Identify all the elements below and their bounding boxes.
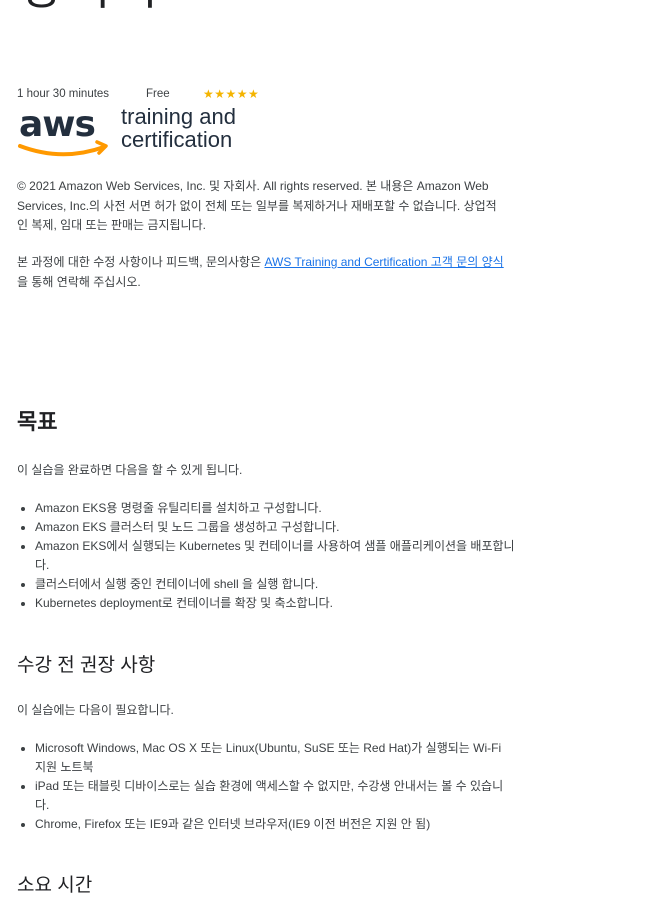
copyright-notice: © 2021 Amazon Web Services, Inc. 및 자회사. … bbox=[17, 179, 497, 232]
page-title: 강의목 bbox=[20, 0, 165, 18]
logo-text-line2: certification bbox=[121, 127, 232, 152]
aws-smile-arrow-icon bbox=[18, 144, 106, 157]
list-item: Chrome, Firefox 또는 IE9과 같은 인터넷 브라우저(IE9 … bbox=[35, 815, 515, 834]
star-rating-icon: ★★★★★ bbox=[203, 87, 260, 101]
list-item: 클러스터에서 실행 중인 컨테이너에 shell 을 실행 합니다. bbox=[35, 575, 515, 594]
list-item: Amazon EKS에서 실행되는 Kubernetes 및 컨테이너를 사용하… bbox=[35, 537, 515, 575]
logo-text-line1: training and bbox=[121, 104, 236, 129]
prerequisites-heading: 수강 전 권장 사항 bbox=[17, 655, 156, 676]
objectives-list: Amazon EKS용 명령줄 유틸리티를 설치하고 구성합니다. Amazon… bbox=[17, 499, 515, 613]
prerequisites-list: Microsoft Windows, Mac OS X 또는 Linux(Ubu… bbox=[17, 739, 515, 834]
objectives-heading: 목표 bbox=[17, 409, 58, 434]
list-item: Kubernetes deployment로 컨테이너를 확장 및 축소합니다. bbox=[35, 594, 515, 613]
list-item: Amazon EKS용 명령줄 유틸리티를 설치하고 구성합니다. bbox=[35, 499, 515, 518]
aws-training-certification-logo: aws training and certification bbox=[17, 100, 257, 162]
prerequisites-intro: 이 실습에는 다음이 필요합니다. bbox=[17, 703, 174, 717]
feedback-notice: 본 과정에 대한 수정 사항이나 피드백, 문의사항은 AWS Training… bbox=[17, 253, 507, 292]
aws-wordmark: aws bbox=[19, 104, 95, 145]
list-item: iPad 또는 태블릿 디바이스로는 실습 환경에 액세스할 수 없지만, 수강… bbox=[35, 777, 515, 815]
list-item: Microsoft Windows, Mac OS X 또는 Linux(Ubu… bbox=[35, 739, 515, 777]
course-price: Free bbox=[146, 88, 170, 100]
course-duration: 1 hour 30 minutes bbox=[17, 88, 110, 100]
feedback-suffix: 을 통해 연락해 주십시오. bbox=[17, 274, 141, 289]
feedback-prefix: 본 과정에 대한 수정 사항이나 피드백, 문의사항은 bbox=[17, 255, 265, 269]
customer-inquiry-link[interactable]: AWS Training and Certification 고객 문의 양식 bbox=[264, 255, 503, 269]
list-item: Amazon EKS 클러스터 및 노드 그룹을 생성하고 구성합니다. bbox=[35, 518, 515, 537]
duration-heading: 소요 시간 bbox=[17, 875, 93, 896]
objectives-intro: 이 실습을 완료하면 다음을 할 수 있게 됩니다. bbox=[17, 463, 243, 477]
